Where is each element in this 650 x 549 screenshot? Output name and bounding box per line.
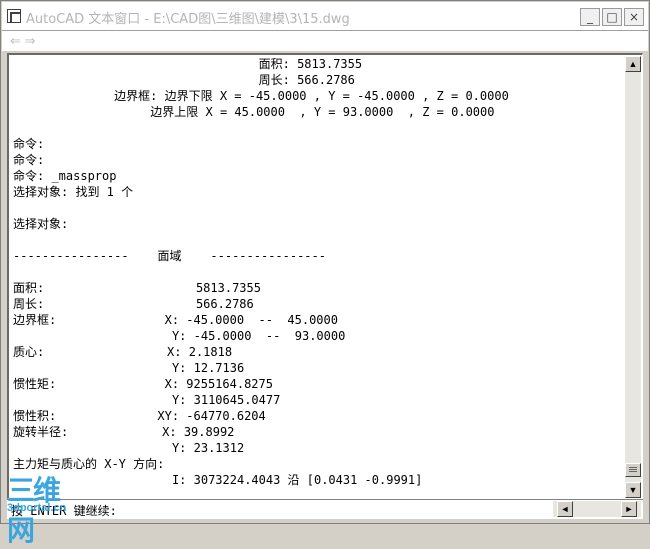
console-line: 边界上限 X = 45.0000 , Y = 93.0000 , Z = 0.0…: [13, 105, 495, 119]
console-line: Y: 12.7136: [13, 361, 245, 375]
maximize-button[interactable]: □: [602, 8, 622, 26]
vertical-scrollbar[interactable]: ▲ ▼: [625, 56, 641, 498]
console-line: 选择对象: 找到 1 个: [13, 185, 134, 199]
close-button[interactable]: ×: [624, 8, 644, 26]
console-line: 惯性积: XY: -64770.6204: [13, 409, 266, 423]
scroll-right-button[interactable]: ►: [621, 501, 637, 517]
text-history-area[interactable]: 面积: 5813.7355 周长: 566.2786 边界框: 边界下限 X =…: [7, 53, 643, 499]
console-line: 选择对象:: [13, 217, 69, 231]
scroll-thumb[interactable]: [625, 463, 641, 477]
title-bar[interactable]: AutoCAD 文本窗口 - E:\CAD图\三维图\建模\3\15.dwg _…: [2, 2, 648, 31]
console-line: Y: 23.1312: [13, 441, 245, 455]
navigation-arrows-icon[interactable]: ⇐ ⇒: [10, 33, 35, 49]
window-title: AutoCAD 文本窗口 - E:\CAD图\三维图\建模\3\15.dwg: [26, 12, 350, 27]
watermark-url: 3dportal.cn: [7, 502, 67, 514]
console-line: 面积: 5813.7355: [13, 281, 261, 295]
autocad-app-icon[interactable]: [7, 9, 21, 23]
console-line: 命令:: [13, 153, 45, 167]
edit-toolbar: ⇐ ⇒: [2, 31, 648, 51]
horizontal-scrollbar[interactable]: ◄ ►: [553, 501, 641, 517]
console-line: 面积: 5813.7355: [13, 57, 363, 71]
console-line: 命令:: [13, 137, 45, 151]
scroll-up-button[interactable]: ▲: [625, 56, 641, 72]
console-line: Y: -45.0000 -- 93.0000: [13, 329, 346, 343]
console-line: 边界框: X: -45.0000 -- 45.0000: [13, 313, 338, 327]
console-line: 惯性矩: X: 9255164.8275: [13, 377, 273, 391]
autocad-text-window: AutoCAD 文本窗口 - E:\CAD图\三维图\建模\3\15.dwg _…: [0, 0, 650, 547]
console-line: 旋转半径: X: 39.8992: [13, 425, 235, 439]
console-line: 周长: 566.2786: [13, 297, 254, 311]
console-line: 命令: _massprop: [13, 169, 117, 183]
console-line: ---------------- 面域 ----------------: [13, 249, 326, 263]
site-watermark: 三维网 3dportal.cn: [7, 469, 77, 547]
scroll-left-button[interactable]: ◄: [557, 501, 573, 517]
scroll-down-button[interactable]: ▼: [625, 482, 641, 498]
minimize-button[interactable]: _: [580, 8, 600, 26]
console-line: 边界框: 边界下限 X = -45.0000 , Y = -45.0000 , …: [13, 89, 509, 103]
console-line: 周长: 566.2786: [13, 73, 355, 87]
console-line: 质心: X: 2.1818: [13, 345, 233, 359]
console-line: Y: 3110645.0477: [13, 393, 281, 407]
command-line[interactable]: 按 ENTER 键继续:: [7, 499, 643, 519]
